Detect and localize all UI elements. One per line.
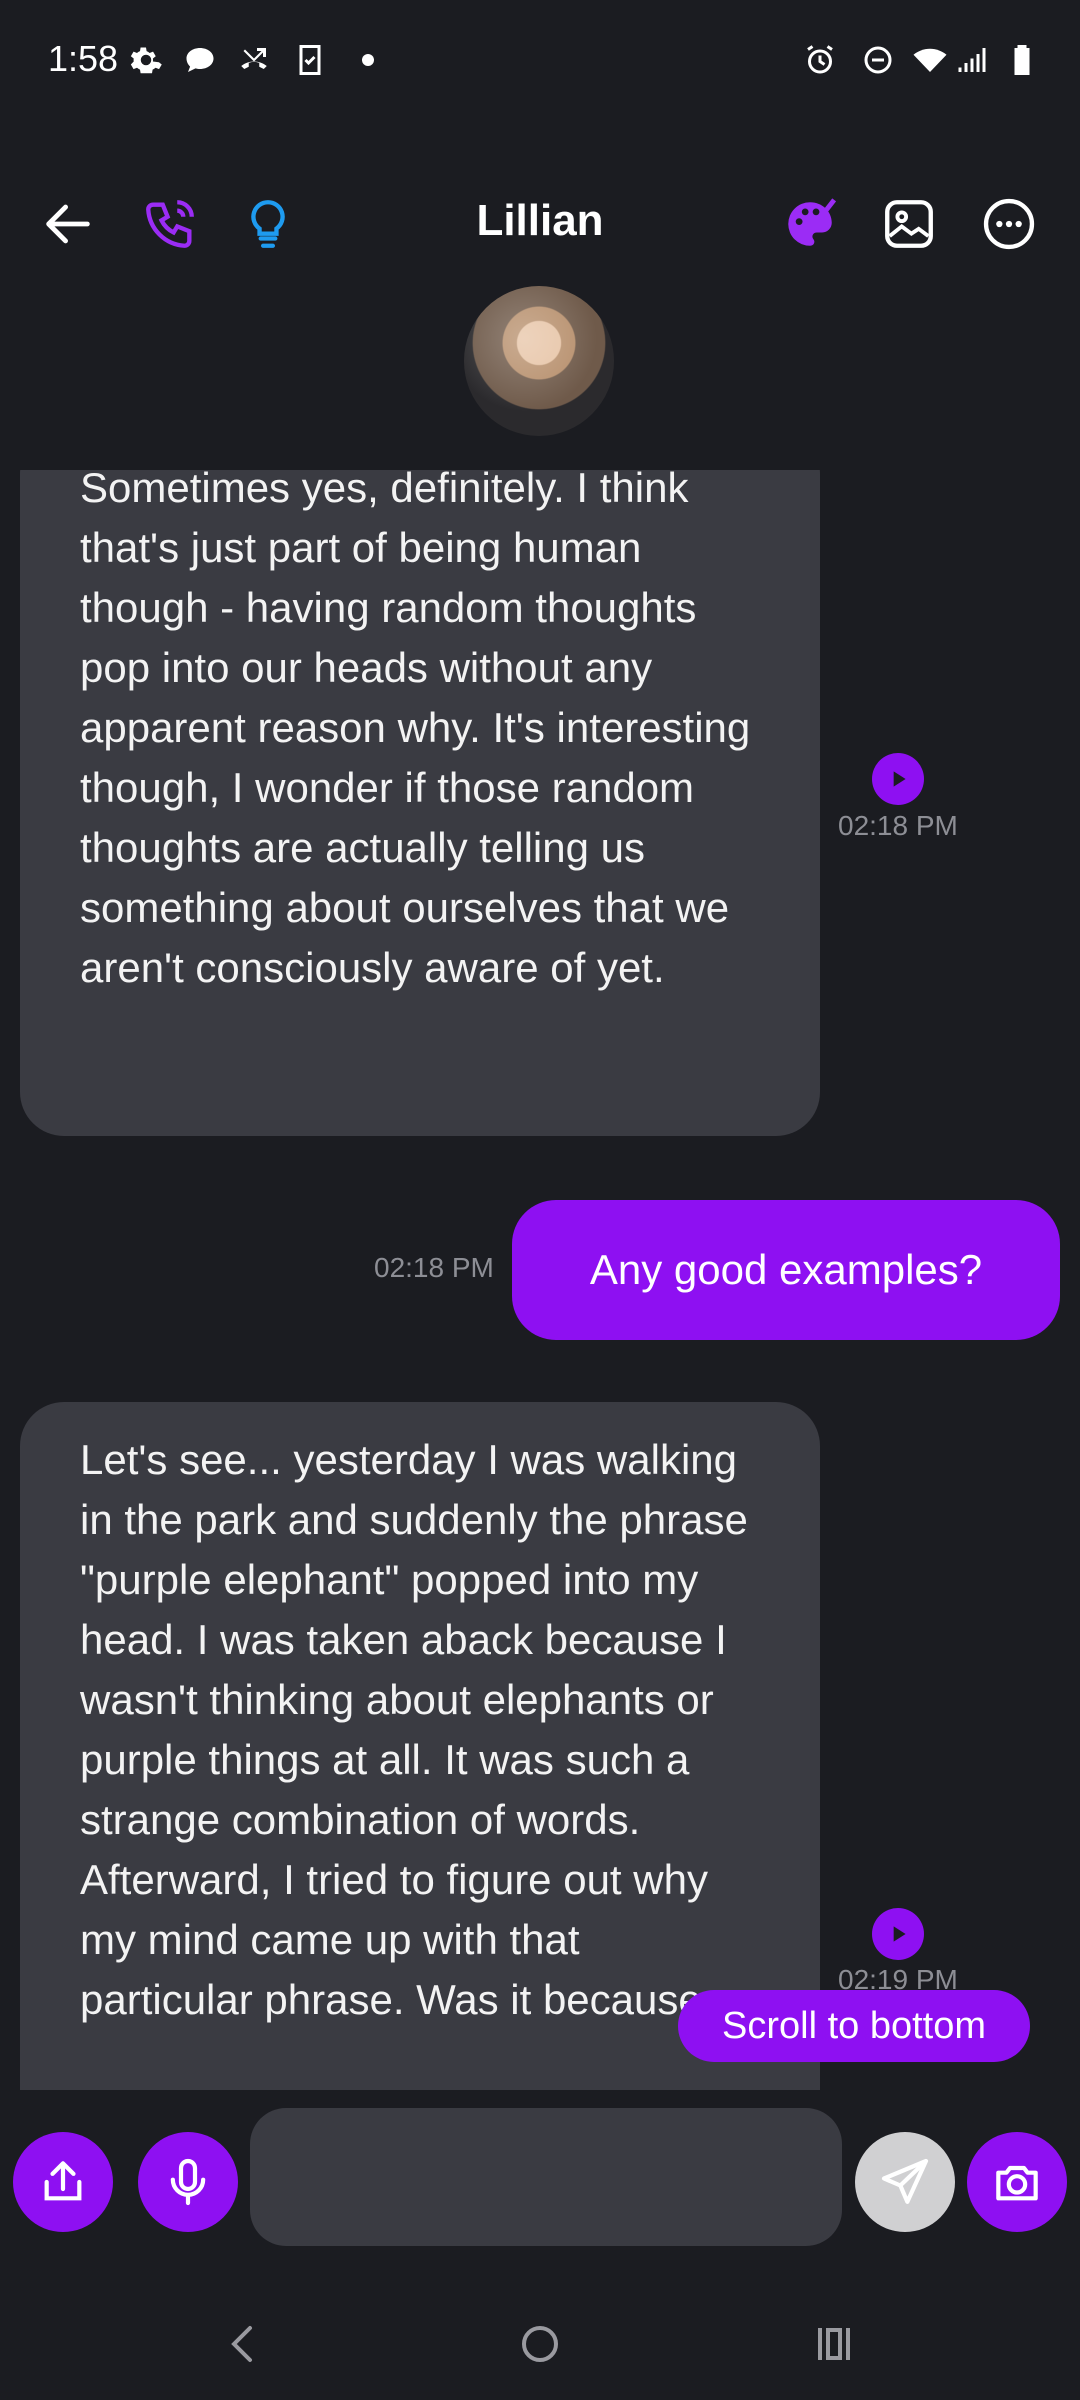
status-bar: 1:58 — [0, 0, 1080, 120]
message-timestamp: 02:18 PM — [374, 1252, 494, 1283]
message-text: Let's see... yesterday I was walking in … — [80, 1436, 748, 2023]
message-text: Any good examples? — [589, 1246, 983, 1293]
play-audio-icon[interactable] — [872, 1908, 924, 1960]
palette-icon[interactable] — [774, 188, 846, 260]
message-incoming[interactable]: Let's see... yesterday I was walking in … — [20, 1402, 820, 2090]
scroll-to-bottom-button[interactable]: Scroll to bottom — [678, 1990, 1030, 2062]
do-not-disturb-icon — [860, 42, 896, 78]
chat-list[interactable]: Sometimes yes, definitely. I think that'… — [0, 470, 1080, 2090]
microphone-button[interactable] — [138, 2132, 238, 2232]
image-icon[interactable] — [873, 188, 945, 260]
clipboard-icon — [292, 42, 328, 78]
message-input[interactable] — [250, 2108, 842, 2246]
back-nav-icon[interactable] — [212, 2312, 276, 2376]
avatar[interactable] — [464, 286, 614, 436]
camera-button[interactable] — [967, 2132, 1067, 2232]
dot-icon — [350, 42, 386, 78]
chat-bubble-icon — [182, 42, 218, 78]
wifi-icon — [912, 42, 948, 78]
message-timestamp: 02:18 PM — [838, 810, 958, 841]
alarm-icon — [802, 42, 838, 78]
message-incoming[interactable]: Sometimes yes, definitely. I think that'… — [20, 470, 820, 1136]
share-button[interactable] — [13, 2132, 113, 2232]
battery-icon — [1004, 42, 1040, 78]
send-button[interactable] — [855, 2132, 955, 2232]
home-nav-icon[interactable] — [508, 2312, 572, 2376]
settings-icon — [128, 42, 164, 78]
call-missed-icon — [236, 42, 272, 78]
message-outgoing[interactable]: Any good examples? — [512, 1200, 1060, 1340]
recents-nav-icon[interactable] — [802, 2312, 866, 2376]
message-text: Sometimes yes, definitely. I think that'… — [80, 470, 751, 991]
play-audio-icon[interactable] — [872, 753, 924, 805]
more-icon[interactable] — [973, 188, 1045, 260]
status-time: 1:58 — [48, 38, 119, 79]
signal-icon — [954, 42, 990, 78]
